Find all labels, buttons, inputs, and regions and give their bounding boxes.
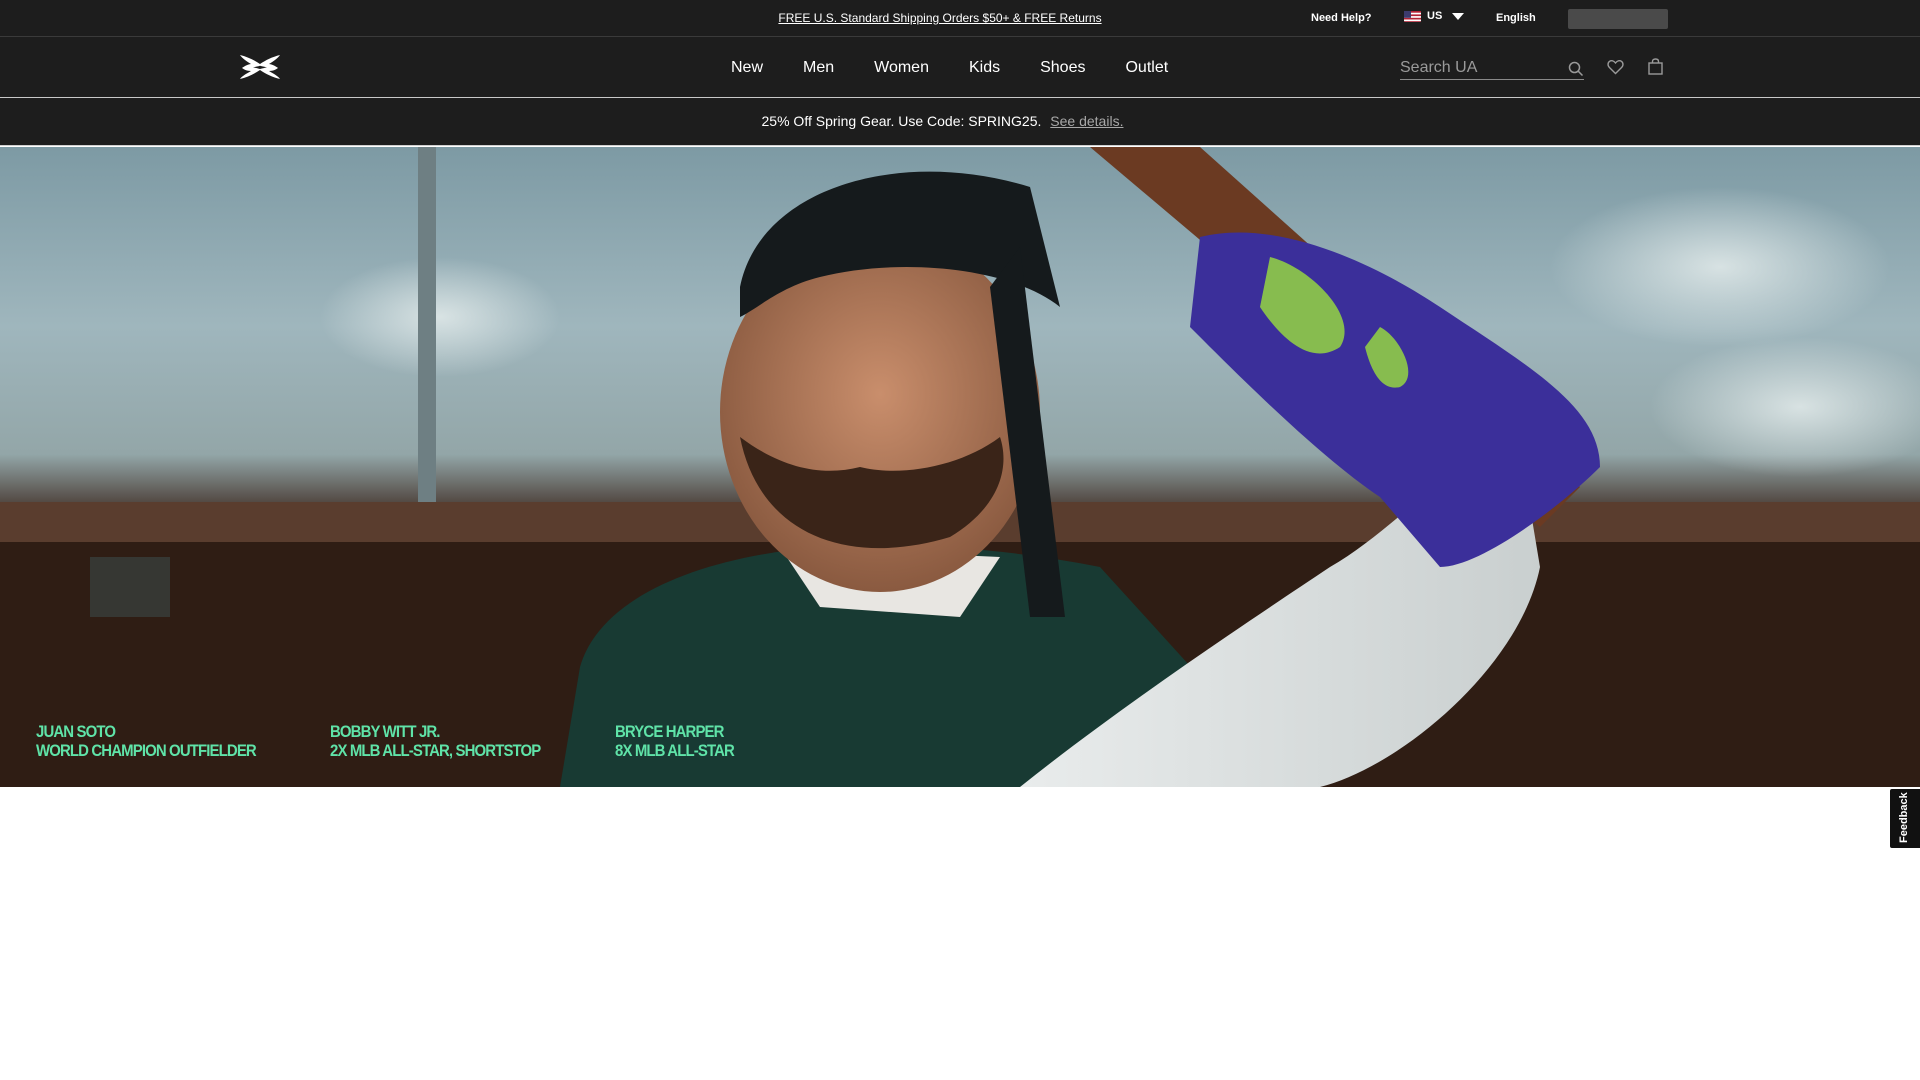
need-help-link[interactable]: Need Help? (1311, 12, 1372, 24)
athlete-name: JUAN SOTO (36, 722, 116, 741)
country-selector[interactable]: US (1404, 10, 1465, 22)
athlete-title: WORLD CHAMPION OUTFIELDER (36, 741, 257, 760)
country-code: US (1427, 10, 1443, 22)
sign-in-button[interactable] (1568, 9, 1668, 29)
search-box (1400, 58, 1584, 80)
nav-item-men[interactable]: Men (803, 59, 834, 77)
hero-banner[interactable]: JUAN SOTO WORLD CHAMPION OUTFIELDER BOBB… (0, 147, 1920, 787)
promo-bar: 25% Off Spring Gear. Use Code: SPRING25.… (0, 98, 1920, 146)
nav-item-new[interactable]: New (731, 59, 763, 77)
primary-nav: New Men Women Kids Shoes Outlet (731, 59, 1208, 77)
feedback-tab[interactable]: Feedback (1890, 789, 1920, 848)
hero-caption-harper: BRYCE HARPER 8X MLB ALL-STAR (615, 722, 735, 760)
hero-image (0, 147, 1920, 787)
main-header: New Men Women Kids Shoes Outlet (0, 37, 1920, 98)
hero-caption-soto: JUAN SOTO WORLD CHAMPION OUTFIELDER (36, 722, 257, 760)
search-icon[interactable] (1568, 61, 1584, 77)
utility-bar: FREE U.S. Standard Shipping Orders $50+ … (0, 0, 1920, 37)
athlete-title: 2X MLB ALL-STAR, SHORTSTOP (330, 741, 541, 760)
heart-icon[interactable] (1607, 59, 1624, 75)
bag-icon[interactable] (1648, 58, 1663, 75)
feedback-label: Feedback (1898, 792, 1910, 843)
nav-item-women[interactable]: Women (874, 59, 929, 77)
athlete-title: 8X MLB ALL-STAR (615, 741, 735, 760)
nav-item-outlet[interactable]: Outlet (1125, 59, 1168, 77)
search-input[interactable] (1400, 58, 1560, 78)
athlete-name: BOBBY WITT JR. (330, 722, 440, 741)
us-flag-icon (1404, 10, 1421, 22)
hero-caption-witt: BOBBY WITT JR. 2X MLB ALL-STAR, SHORTSTO… (330, 722, 541, 760)
see-details-link[interactable]: See details. (1050, 113, 1123, 129)
ua-logo[interactable] (238, 53, 282, 81)
chevron-down-icon (1452, 12, 1465, 20)
language-selector[interactable]: English (1496, 12, 1536, 24)
nav-item-shoes[interactable]: Shoes (1040, 59, 1085, 77)
promo-text: 25% Off Spring Gear. Use Code: SPRING25. (761, 113, 1042, 129)
promo-message: 25% Off Spring Gear. Use Code: SPRING25.… (0, 113, 1885, 129)
nav-item-kids[interactable]: Kids (969, 59, 1000, 77)
athlete-name: BRYCE HARPER (615, 722, 724, 741)
